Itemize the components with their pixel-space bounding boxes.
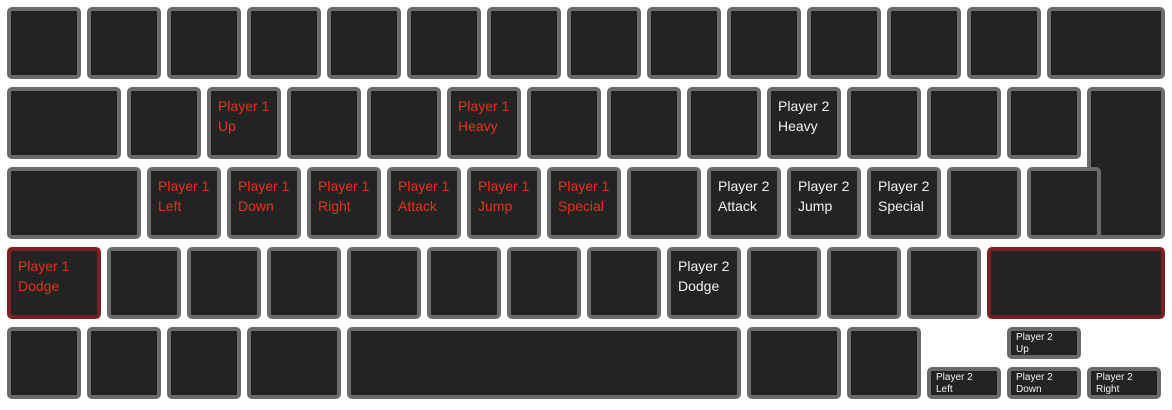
key-label: Player 1 Right [318,178,370,214]
key-k-player2-attack[interactable]: Player 2 Attack [707,167,781,239]
key-quote[interactable] [947,167,1021,239]
key-win[interactable] [87,327,161,399]
key-backslash[interactable] [1027,167,1101,239]
key-label: Player 1 Down [238,178,290,214]
key-label: Player 2 Attack [718,178,770,214]
key-label: Player 2 Dodge [678,258,730,294]
key-label: Player 1 Special [558,178,610,214]
key-label: Player 1 Up [218,98,270,134]
key-lshift-player1-dodge[interactable]: Player 1 Dodge [7,247,101,319]
key-a-player1-left[interactable]: Player 1 Left [147,167,221,239]
key-f1[interactable] [87,7,161,79]
key-b[interactable] [427,247,501,319]
key-f4[interactable] [327,7,401,79]
key-label: Player 2 Jump [798,178,850,214]
key-label: Player 1 Attack [398,178,450,214]
key-label: Player 2 Heavy [778,98,830,134]
key-h-player1-special[interactable]: Player 1 Special [547,167,621,239]
key-n[interactable] [507,247,581,319]
key-f7[interactable] [567,7,641,79]
key-j[interactable] [627,167,701,239]
key-rctrl[interactable] [847,327,921,399]
key-print[interactable] [1047,7,1165,79]
key-label: Player 1 Dodge [18,258,70,294]
key-u[interactable] [687,87,761,159]
key-w[interactable] [127,87,201,159]
key-f2[interactable] [167,7,241,79]
key-lctrl[interactable] [7,327,81,399]
key-lalt[interactable] [167,327,241,399]
key-z[interactable] [107,247,181,319]
key-arrow-up-player2-up[interactable]: Player 2 Up [1007,327,1081,359]
key-label: Player 2 Left [936,372,973,395]
key-l-player2-jump[interactable]: Player 2 Jump [787,167,861,239]
key-arrow-right-player2-right[interactable]: Player 2 Right [1087,367,1161,399]
key-f-player1-attack[interactable]: Player 1 Attack [387,167,461,239]
key-q-player1-up[interactable]: Player 1 Up [207,87,281,159]
key-t[interactable] [527,87,601,159]
key-comma[interactable] [747,247,821,319]
key-period[interactable] [827,247,901,319]
key-bracket-right[interactable] [1007,87,1081,159]
key-esc[interactable] [7,7,81,79]
key-f11[interactable] [887,7,961,79]
key-n2[interactable] [587,247,661,319]
key-label: Player 2 Up [1016,332,1053,355]
key-tab[interactable] [7,87,121,159]
key-slash[interactable] [907,247,981,319]
key-d-player1-right[interactable]: Player 1 Right [307,167,381,239]
key-label: Player 1 Heavy [458,98,510,134]
key-f3[interactable] [247,7,321,79]
key-space[interactable] [347,327,741,399]
key-f10[interactable] [807,7,881,79]
key-label: Player 2 Right [1096,372,1133,395]
key-f8[interactable] [647,7,721,79]
key-m-player2-dodge[interactable]: Player 2 Dodge [667,247,741,319]
key-label: Player 2 Down [1016,372,1053,395]
key-ralt[interactable] [747,327,841,399]
key-semicolon-player2-special[interactable]: Player 2 Special [867,167,941,239]
key-f12[interactable] [967,7,1041,79]
key-s-player1-down[interactable]: Player 1 Down [227,167,301,239]
key-label: Player 1 Jump [478,178,530,214]
key-p[interactable] [847,87,921,159]
key-c[interactable] [267,247,341,319]
key-r-player1-heavy[interactable]: Player 1 Heavy [447,87,521,159]
key-f5[interactable] [407,7,481,79]
key-y[interactable] [607,87,681,159]
key-r2[interactable] [367,87,441,159]
key-bracket-left[interactable] [927,87,1001,159]
key-rshift[interactable] [987,247,1165,319]
key-label: Player 2 Special [878,178,930,214]
key-arrow-down-player2-down[interactable]: Player 2 Down [1007,367,1081,399]
key-alt2[interactable] [247,327,341,399]
key-e[interactable] [287,87,361,159]
key-x[interactable] [187,247,261,319]
key-caps[interactable] [7,167,141,239]
key-f9[interactable] [727,7,801,79]
key-o-player2-heavy[interactable]: Player 2 Heavy [767,87,841,159]
key-v[interactable] [347,247,421,319]
key-g-player1-jump[interactable]: Player 1 Jump [467,167,541,239]
key-f6[interactable] [487,7,561,79]
key-arrow-left-player2-left[interactable]: Player 2 Left [927,367,1001,399]
key-label: Player 1 Left [158,178,210,214]
